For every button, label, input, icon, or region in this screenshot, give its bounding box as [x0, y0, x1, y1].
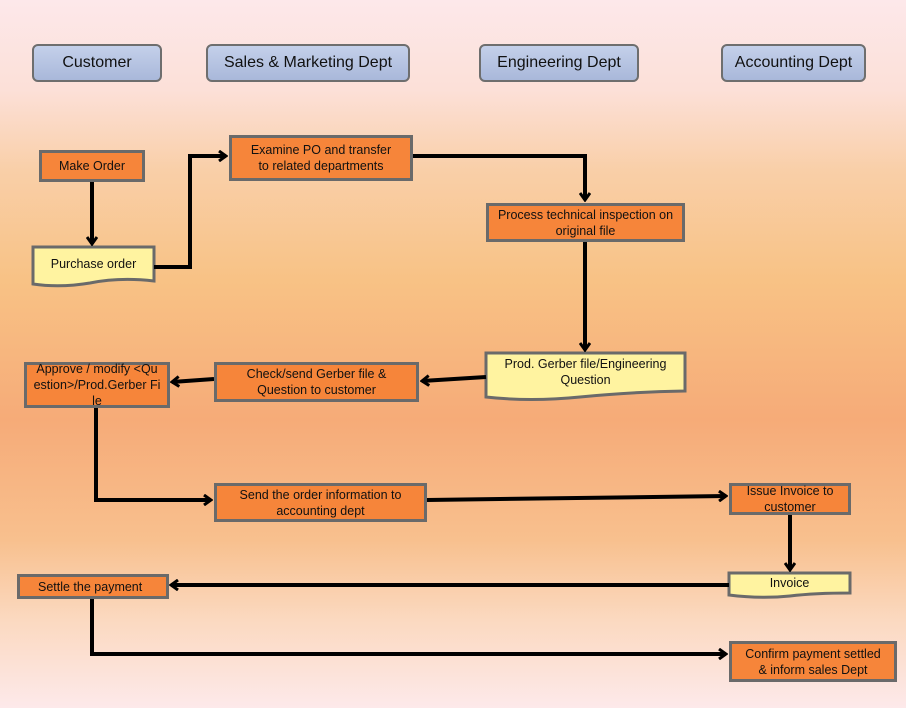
lane-customer: Customer — [32, 44, 162, 82]
arrow-approve-to-send — [94, 407, 211, 500]
arrow-check-to-approve — [172, 379, 215, 382]
lane-accounting: Accounting Dept — [721, 44, 866, 82]
node-invoice: Invoice — [769, 576, 810, 590]
node-send-order-info: Send the order information to accounting… — [214, 483, 427, 522]
arrow-settle-to-confirm — [90, 598, 726, 654]
node-issue-invoice: Issue Invoice to customer — [729, 483, 851, 515]
lane-engineering: Engineering Dept — [479, 44, 639, 82]
node-prod-gerber: Prod. Gerber file/Engineering Question — [504, 357, 667, 387]
arrow-gerber-to-check — [422, 377, 487, 381]
node-make-order: Make Order — [39, 150, 145, 182]
node-process-inspection: Process technical inspection on original… — [486, 203, 685, 242]
node-approve-modify: Approve / modify <Question>/Prod.Gerber … — [24, 362, 170, 408]
arrow-examine-to-inspection — [412, 154, 585, 200]
node-settle-payment: Settle the payment — [17, 574, 169, 599]
node-check-send: Check/send Gerber file & Question to cus… — [214, 362, 419, 402]
arrow-po-to-examine — [154, 156, 226, 269]
node-confirm-payment: Confirm payment settled & inform sales D… — [729, 641, 897, 682]
lane-sales: Sales & Marketing Dept — [206, 44, 410, 82]
node-purchase-order: Purchase order — [50, 257, 137, 271]
node-examine-po: Examine PO and transfer to related depar… — [229, 135, 413, 181]
arrow-send-to-invoice-issue — [426, 496, 726, 500]
connectors — [31, 0, 852, 708]
